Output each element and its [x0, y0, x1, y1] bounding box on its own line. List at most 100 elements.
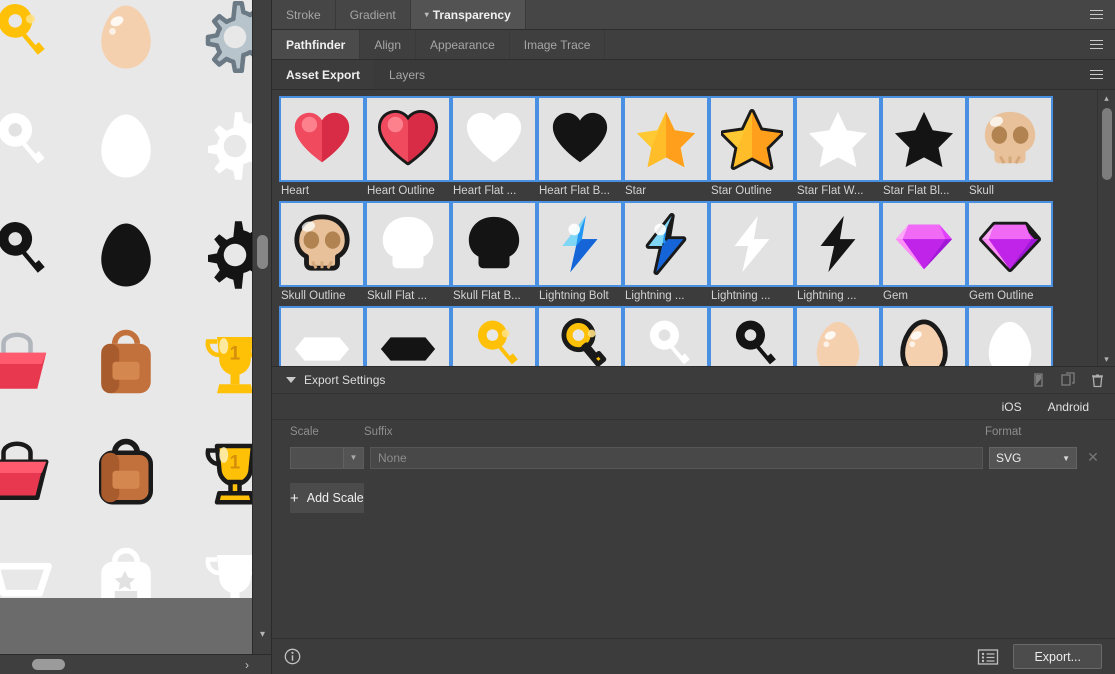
chevron-down-icon[interactable]: ▾ [253, 626, 271, 644]
asset-item[interactable] [365, 306, 451, 366]
export-button[interactable]: Export... [1013, 644, 1102, 669]
asset-item[interactable]: Gem [881, 201, 967, 302]
asset-thumbnail[interactable] [795, 201, 881, 287]
asset-thumbnail[interactable] [451, 306, 537, 366]
asset-thumbnail[interactable] [881, 201, 967, 287]
asset-thumbnail[interactable] [537, 96, 623, 182]
asset-grid-scrollport[interactable]: Heart Heart Outline Heart Flat ... Heart… [272, 90, 1097, 366]
asset-item[interactable]: Lightning ... [795, 201, 881, 302]
canvas-icon[interactable] [71, 91, 180, 200]
asset-thumbnail[interactable] [451, 201, 537, 287]
tab-transparency[interactable]: ▾ Transparency [410, 0, 526, 29]
asset-scroll-thumb[interactable] [1102, 108, 1112, 180]
asset-item[interactable]: Gem Outline [967, 201, 1053, 302]
asset-item[interactable]: Lightning ... [709, 201, 795, 302]
canvas-icon[interactable] [0, 0, 71, 91]
asset-item[interactable]: Skull Flat ... [365, 201, 451, 302]
suffix-input[interactable] [370, 446, 983, 469]
chevron-up-icon[interactable]: ▴ [1098, 90, 1115, 106]
trash-icon[interactable] [1090, 372, 1105, 389]
asset-thumbnail[interactable] [279, 201, 365, 287]
canvas-icon[interactable] [0, 309, 71, 418]
tab-asset-export[interactable]: Asset Export [272, 60, 376, 89]
tab-align[interactable]: Align [360, 30, 417, 59]
asset-thumbnail[interactable] [709, 96, 795, 182]
canvas-hscroll-thumb[interactable] [32, 659, 65, 670]
tab-layers[interactable]: Layers [375, 60, 441, 89]
asset-thumbnail[interactable] [795, 96, 881, 182]
asset-grid-scrollbar[interactable]: ▴ ▾ [1097, 90, 1115, 366]
asset-thumbnail[interactable] [537, 201, 623, 287]
asset-thumbnail[interactable] [623, 201, 709, 287]
asset-thumbnail[interactable] [967, 201, 1053, 287]
copy-settings-icon[interactable] [1061, 371, 1076, 389]
asset-item[interactable]: Star Flat Bl... [881, 96, 967, 197]
asset-thumbnail[interactable] [881, 96, 967, 182]
export-settings-header[interactable]: Export Settings [272, 367, 1115, 394]
asset-thumbnail[interactable] [967, 306, 1053, 366]
canvas-area[interactable]: 1 1 ▾ › [0, 0, 271, 674]
asset-thumbnail[interactable] [795, 306, 881, 366]
asset-thumbnail[interactable] [623, 306, 709, 366]
asset-thumbnail[interactable] [451, 96, 537, 182]
panel-menu-icon[interactable] [1083, 30, 1109, 59]
asset-item[interactable] [709, 306, 795, 366]
asset-thumbnail[interactable] [279, 306, 365, 366]
panel-menu-icon[interactable] [1083, 0, 1109, 29]
canvas-icon[interactable] [71, 418, 180, 527]
add-scale-button[interactable]: + Add Scale [290, 483, 364, 513]
asset-item[interactable] [881, 306, 967, 366]
asset-item[interactable]: Heart Flat ... [451, 96, 537, 197]
asset-item[interactable]: Heart Flat B... [537, 96, 623, 197]
asset-thumbnail[interactable] [365, 306, 451, 366]
asset-item[interactable]: Skull Flat B... [451, 201, 537, 302]
tab-stroke[interactable]: Stroke [272, 0, 336, 29]
asset-item[interactable]: Skull Outline [279, 201, 365, 302]
asset-item[interactable] [451, 306, 537, 366]
asset-item[interactable]: Heart [279, 96, 365, 197]
asset-item[interactable] [795, 306, 881, 366]
asset-thumbnail[interactable] [623, 96, 709, 182]
canvas-icon[interactable] [71, 309, 180, 418]
close-x-icon[interactable]: ✕ [1083, 449, 1103, 466]
chevron-down-icon[interactable]: ▾ [1098, 351, 1115, 366]
asset-thumbnail[interactable] [709, 201, 795, 287]
panel-menu-icon[interactable] [1083, 60, 1109, 89]
asset-thumbnail[interactable] [365, 96, 451, 182]
asset-thumbnail[interactable] [365, 201, 451, 287]
asset-thumbnail[interactable] [537, 306, 623, 366]
canvas-icon[interactable] [0, 200, 71, 309]
canvas-icon[interactable] [71, 200, 180, 309]
chevron-right-icon[interactable]: › [245, 655, 249, 674]
asset-item[interactable]: Star Outline [709, 96, 795, 197]
asset-item[interactable]: Star Flat W... [795, 96, 881, 197]
asset-item[interactable]: Star [623, 96, 709, 197]
preset-ios-button[interactable]: iOS [1002, 400, 1022, 414]
preset-android-button[interactable]: Android [1048, 400, 1089, 414]
export-preferences-icon[interactable] [977, 648, 999, 666]
canvas-icon[interactable] [71, 0, 180, 91]
tab-image-trace[interactable]: Image Trace [510, 30, 606, 59]
asset-thumbnail[interactable] [881, 306, 967, 366]
canvas-vscroll-thumb[interactable] [257, 235, 268, 269]
tab-appearance[interactable]: Appearance [416, 30, 510, 59]
canvas-icon[interactable] [0, 91, 71, 200]
tab-gradient[interactable]: Gradient [336, 0, 411, 29]
canvas-vertical-scrollbar[interactable]: ▾ [252, 0, 271, 674]
asset-item[interactable] [623, 306, 709, 366]
duplicate-scale-icon[interactable] [1032, 372, 1047, 389]
asset-thumbnail[interactable] [967, 96, 1053, 182]
asset-item[interactable]: Skull [967, 96, 1053, 197]
format-dropdown[interactable]: SVGPNGJPGPDF [989, 446, 1077, 469]
asset-thumbnail[interactable] [279, 96, 365, 182]
asset-item[interactable] [537, 306, 623, 366]
caret-down-icon[interactable]: ▼ [343, 447, 363, 468]
scale-dropdown[interactable]: ▼ [290, 446, 364, 469]
asset-item[interactable] [967, 306, 1053, 366]
tab-pathfinder[interactable]: Pathfinder [272, 30, 361, 59]
asset-item[interactable]: Lightning ... [623, 201, 709, 302]
canvas-horizontal-scrollbar[interactable]: › [0, 654, 271, 674]
triangle-down-icon[interactable] [286, 377, 296, 383]
asset-item[interactable]: Lightning Bolt [537, 201, 623, 302]
asset-item[interactable] [279, 306, 365, 366]
